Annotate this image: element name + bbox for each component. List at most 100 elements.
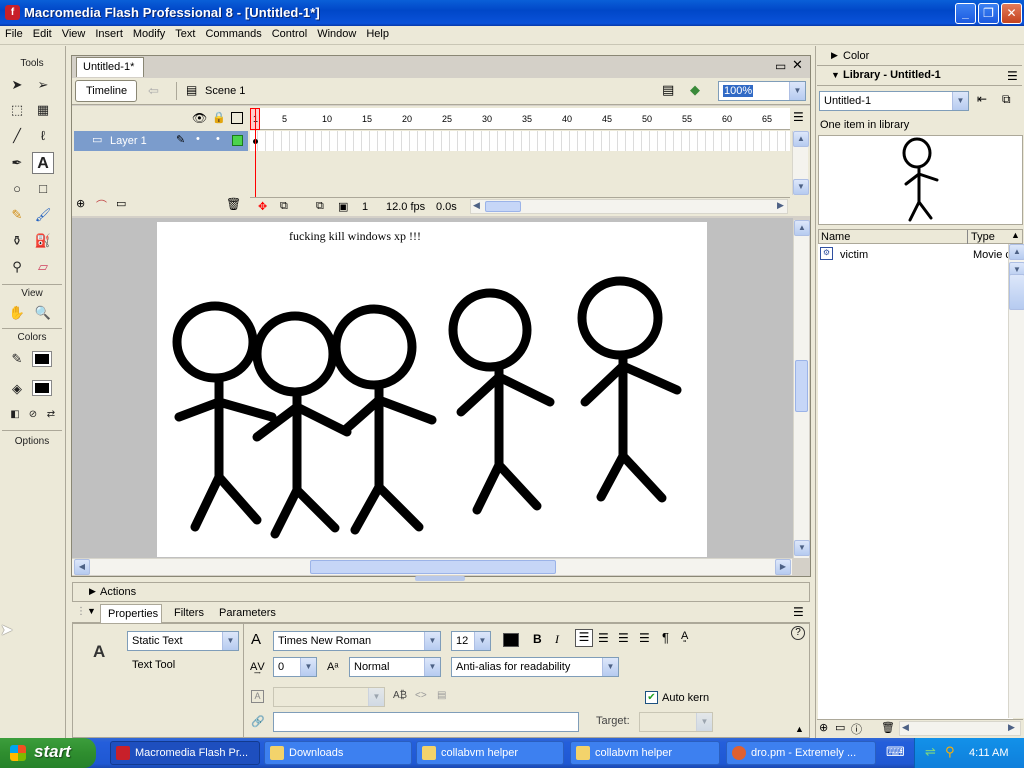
- stroke-color-icon[interactable]: ✎: [6, 348, 28, 370]
- layer-row[interactable]: ▭ Layer 1 ✎ • •: [74, 131, 248, 151]
- menu-control[interactable]: Control: [267, 26, 312, 40]
- center-frame-icon[interactable]: ✥: [258, 200, 267, 213]
- close-button[interactable]: ✕: [1001, 3, 1022, 24]
- scroll-left-icon[interactable]: ◀: [902, 722, 909, 733]
- grip-icon[interactable]: ⋮: [76, 606, 86, 617]
- pin-library-icon[interactable]: ⇤: [977, 92, 987, 106]
- restore-button[interactable]: ❐: [978, 3, 999, 24]
- chevron-down-icon[interactable]: ▼: [424, 632, 440, 650]
- pencil-tool-icon[interactable]: ✎: [6, 204, 28, 226]
- trash-icon[interactable]: 🗑: [226, 197, 241, 211]
- chevron-down-icon[interactable]: ▼: [789, 82, 805, 100]
- ink-bottle-icon[interactable]: ⚱: [6, 230, 28, 252]
- minimize-button[interactable]: _: [955, 3, 976, 24]
- render-html-icon[interactable]: A₿: [393, 690, 407, 701]
- visibility-dot-icon[interactable]: •: [196, 133, 200, 145]
- swap-colors-icon[interactable]: ⇄: [40, 404, 62, 426]
- menu-insert[interactable]: Insert: [90, 26, 128, 40]
- col-name-header[interactable]: Name: [821, 231, 850, 243]
- frame-hscroll[interactable]: ◀ ▶: [470, 199, 788, 214]
- scroll-thumb[interactable]: [795, 360, 808, 412]
- library-vscroll[interactable]: ▲ ▼: [1008, 244, 1024, 718]
- align-left-icon[interactable]: ☰: [575, 629, 593, 647]
- fill-color-swatch[interactable]: [32, 380, 52, 396]
- stage-text[interactable]: fucking kill windows xp !!!: [289, 229, 421, 244]
- chevron-down-icon[interactable]: ▼: [474, 632, 490, 650]
- free-transform-icon[interactable]: ⬚: [6, 99, 28, 121]
- scroll-up-icon[interactable]: ▲: [794, 220, 810, 236]
- scroll-left-icon[interactable]: ◀: [74, 559, 90, 575]
- taskbar-item-flash[interactable]: Macromedia Flash Pr...: [110, 741, 260, 765]
- edit-scene-icon[interactable]: ▤: [662, 82, 674, 98]
- start-button[interactable]: start: [0, 738, 96, 768]
- lock-icon[interactable]: 🔒: [212, 111, 226, 124]
- taskbar-item-collabvm-2[interactable]: collabvm helper: [570, 741, 720, 765]
- timeline-button[interactable]: Timeline: [75, 80, 137, 102]
- collapse-arrow-icon[interactable]: ▼: [831, 70, 840, 80]
- outline-icon[interactable]: [231, 112, 243, 124]
- expand-arrow-icon[interactable]: ▶: [89, 586, 96, 597]
- layer-color-swatch[interactable]: [232, 135, 243, 146]
- tab-filters[interactable]: Filters: [174, 607, 204, 619]
- stage-hscroll[interactable]: ◀ ▶: [72, 558, 792, 575]
- library-doc-select[interactable]: Untitled-1 ▼: [819, 91, 969, 111]
- expand-arrow-icon[interactable]: ▲: [795, 724, 804, 734]
- library-panel-header[interactable]: ▼ Library - Untitled-1 ☰: [817, 67, 1022, 86]
- motion-guide-icon[interactable]: ⌒: [96, 197, 107, 213]
- text-type-select[interactable]: Static Text ▼: [127, 631, 239, 651]
- scroll-up-icon[interactable]: ▲: [793, 131, 809, 147]
- insert-folder-icon[interactable]: ▭: [116, 197, 126, 210]
- arrow-tool-icon[interactable]: ➤: [6, 74, 28, 96]
- edit-symbols-icon[interactable]: ◆: [690, 82, 700, 98]
- panel-menu-icon[interactable]: ☰: [793, 605, 804, 619]
- tab-properties[interactable]: Properties: [100, 604, 162, 623]
- align-right-icon[interactable]: ☰: [618, 631, 629, 645]
- align-center-icon[interactable]: ☰: [598, 631, 609, 645]
- scroll-thumb[interactable]: [1009, 274, 1024, 310]
- menu-file[interactable]: File: [0, 26, 28, 40]
- zoom-tool-icon[interactable]: 🔍: [32, 302, 54, 324]
- text-tool-icon[interactable]: A: [32, 152, 54, 174]
- text-color-swatch[interactable]: [503, 633, 519, 647]
- list-item[interactable]: ⚙ victim Movie c: [818, 246, 1013, 264]
- menu-modify[interactable]: Modify: [128, 26, 170, 40]
- help-icon[interactable]: ?: [791, 626, 805, 640]
- font-select[interactable]: Times New Roman ▼: [273, 631, 441, 651]
- frame-ruler[interactable]: 1 5 10 15 20 25 30 35 40 45 50 55 60 65: [250, 108, 790, 130]
- paragraph-icon[interactable]: ¶: [662, 630, 669, 645]
- frame-grid[interactable]: [250, 131, 790, 151]
- subselect-tool-icon[interactable]: ➢: [32, 74, 54, 96]
- doc-minimize-icon[interactable]: ▭: [775, 59, 786, 73]
- scroll-right-icon[interactable]: ▶: [1008, 722, 1015, 733]
- lasso-tool-icon[interactable]: ℓ: [32, 125, 54, 147]
- tab-parameters[interactable]: Parameters: [219, 607, 276, 619]
- line-tool-icon[interactable]: ╱: [6, 125, 28, 147]
- gradient-transform-icon[interactable]: ▦: [32, 99, 54, 121]
- stage-canvas[interactable]: [157, 222, 707, 557]
- lock-dot-icon[interactable]: •: [216, 133, 220, 145]
- new-symbol-icon[interactable]: ⊕: [819, 721, 828, 734]
- scroll-thumb[interactable]: [310, 560, 556, 574]
- oval-tool-icon[interactable]: ○: [6, 178, 28, 200]
- stage-vscroll[interactable]: ▲ ▼: [793, 220, 810, 558]
- zoom-combo[interactable]: 100% ▼: [718, 81, 806, 101]
- char-position-select[interactable]: Normal ▼: [349, 657, 441, 677]
- pen-tool-icon[interactable]: ✒: [6, 152, 28, 174]
- stroke-color-swatch[interactable]: [32, 351, 52, 367]
- url-link-input[interactable]: [273, 712, 579, 732]
- taskbar-item-browser[interactable]: dro.pm - Extremely ...: [726, 741, 876, 765]
- rectangle-tool-icon[interactable]: □: [32, 178, 54, 200]
- chevron-down-icon[interactable]: ▼: [602, 658, 618, 676]
- italic-icon[interactable]: I: [555, 632, 559, 647]
- onion-skin-icon[interactable]: ⧉: [280, 200, 288, 213]
- trash-icon[interactable]: 🗑: [881, 721, 895, 734]
- scroll-right-icon[interactable]: ▶: [777, 200, 784, 211]
- col-type-header[interactable]: Type: [971, 231, 995, 243]
- taskbar-item-collabvm-1[interactable]: collabvm helper: [416, 741, 564, 765]
- chevron-down-icon[interactable]: ▼: [300, 658, 316, 676]
- search-icon[interactable]: ⚲: [945, 744, 955, 760]
- brush-tool-icon[interactable]: 🖌: [32, 204, 54, 226]
- scroll-left-icon[interactable]: ◀: [473, 200, 480, 211]
- onion-outline-icon[interactable]: ⧉: [316, 200, 324, 213]
- antialias-select[interactable]: Anti-alias for readability ▼: [451, 657, 619, 677]
